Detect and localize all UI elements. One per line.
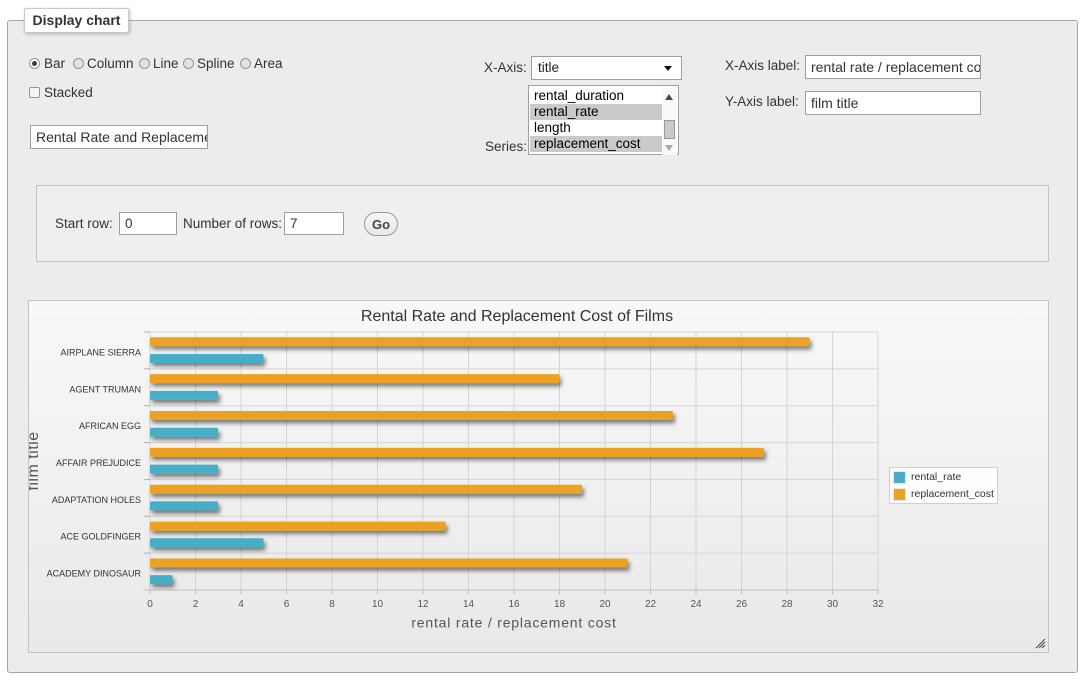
svg-text:28: 28 bbox=[781, 599, 793, 610]
svg-text:AIRPLANE SIERRA: AIRPLANE SIERRA bbox=[60, 347, 141, 357]
svg-text:22: 22 bbox=[645, 599, 657, 610]
svg-text:ADAPTATION HOLES: ADAPTATION HOLES bbox=[52, 495, 141, 505]
svg-text:30: 30 bbox=[827, 599, 839, 610]
svg-text:24: 24 bbox=[690, 599, 702, 610]
svg-text:2: 2 bbox=[193, 599, 199, 610]
svg-text:Rental Rate and Replacement Co: Rental Rate and Replacement Cost of Film… bbox=[361, 308, 673, 325]
svg-text:0: 0 bbox=[147, 599, 153, 610]
svg-text:AGENT TRUMAN: AGENT TRUMAN bbox=[69, 384, 141, 394]
svg-text:rental_rate: rental_rate bbox=[911, 471, 961, 483]
svg-text:20: 20 bbox=[599, 599, 611, 610]
svg-text:18: 18 bbox=[554, 599, 566, 610]
svg-text:rental rate / replacement cost: rental rate / replacement cost bbox=[411, 615, 616, 631]
svg-text:AFRICAN EGG: AFRICAN EGG bbox=[79, 421, 141, 431]
svg-text:AFFAIR PREJUDICE: AFFAIR PREJUDICE bbox=[56, 458, 141, 468]
svg-text:26: 26 bbox=[736, 599, 748, 610]
svg-text:16: 16 bbox=[508, 599, 520, 610]
svg-text:8: 8 bbox=[329, 599, 335, 610]
svg-text:32: 32 bbox=[872, 599, 884, 610]
svg-text:replacement_cost: replacement_cost bbox=[911, 488, 994, 500]
svg-text:14: 14 bbox=[463, 599, 475, 610]
svg-text:ACE GOLDFINGER: ACE GOLDFINGER bbox=[60, 532, 141, 542]
svg-text:12: 12 bbox=[417, 599, 429, 610]
svg-text:6: 6 bbox=[284, 599, 290, 610]
svg-text:film title: film title bbox=[29, 431, 42, 490]
svg-text:4: 4 bbox=[238, 599, 244, 610]
svg-text:ACADEMY DINOSAUR: ACADEMY DINOSAUR bbox=[47, 569, 142, 579]
svg-text:10: 10 bbox=[372, 599, 384, 610]
